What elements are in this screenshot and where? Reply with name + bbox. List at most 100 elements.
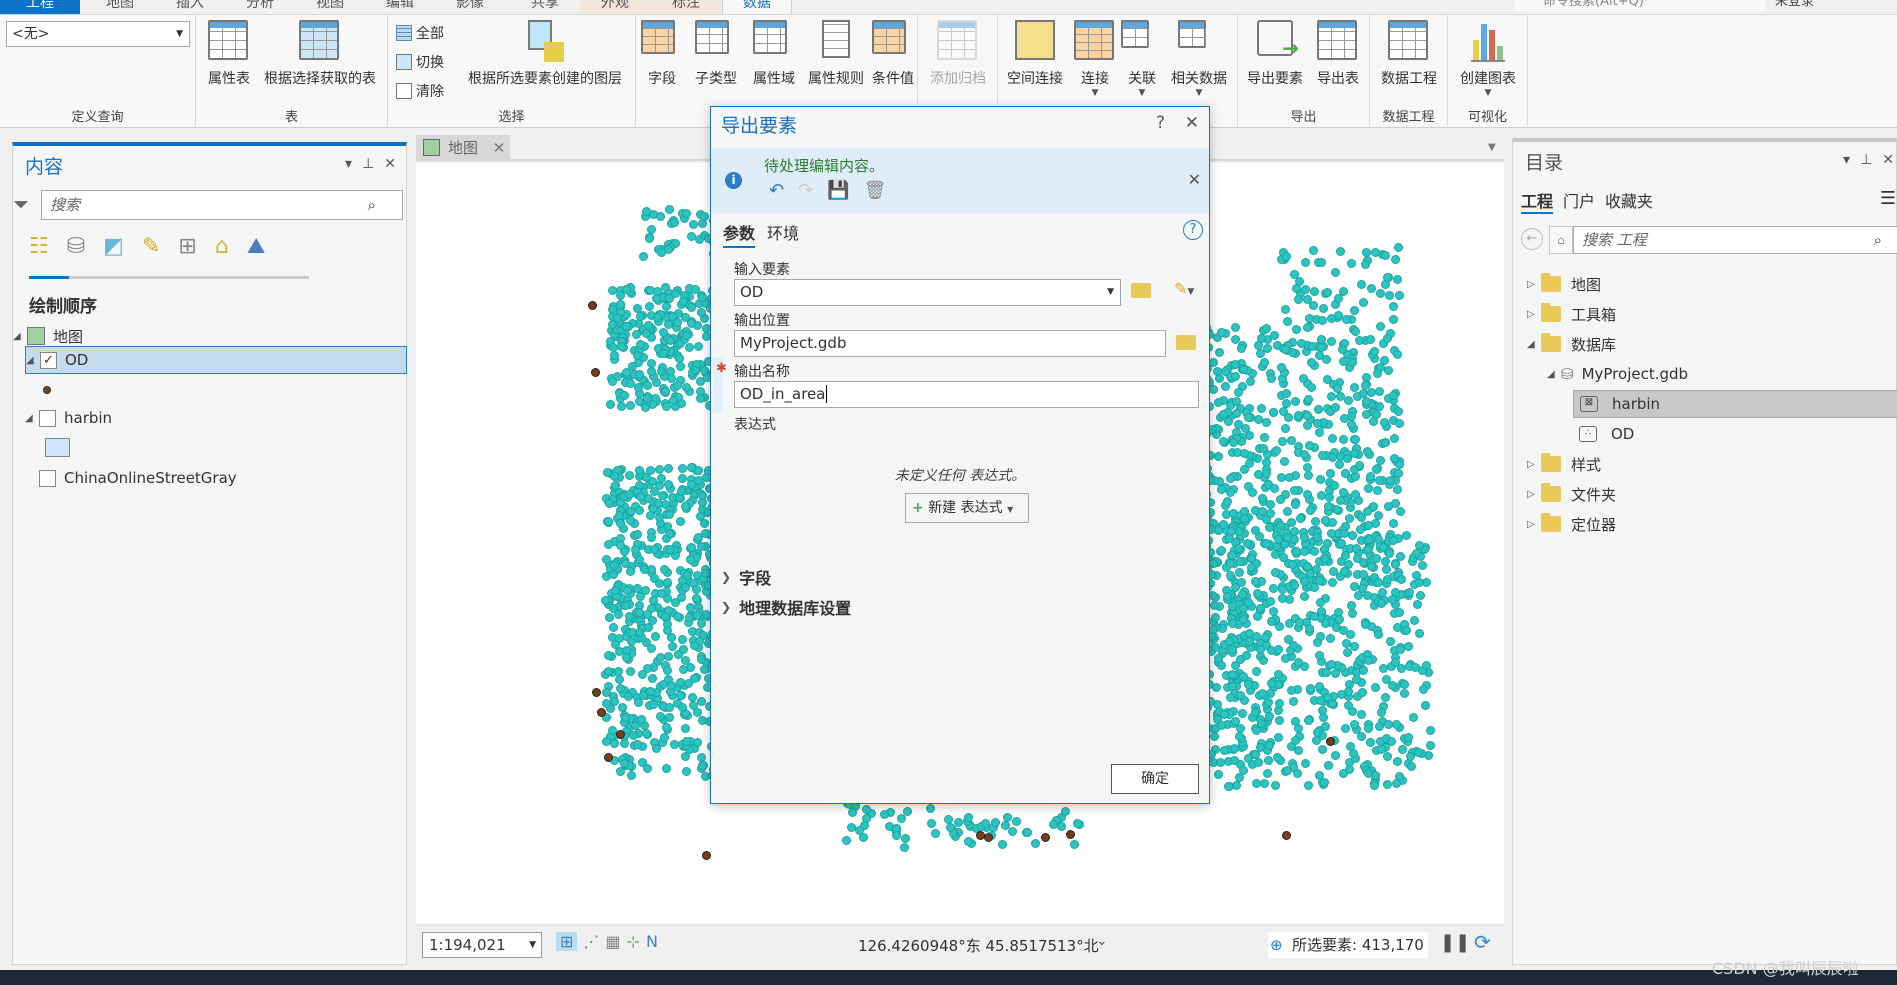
related-data-button[interactable]: 相关数据 ▼ bbox=[1164, 20, 1234, 98]
catalog-item-databases[interactable]: ◢ 数据库 bbox=[1527, 330, 1616, 358]
input-features-dropdown[interactable]: OD ▼ bbox=[734, 279, 1121, 306]
expand-triangle-icon[interactable]: ▷ bbox=[1527, 309, 1541, 320]
coordinate-format-chevron-icon[interactable]: ⌄ bbox=[1096, 933, 1108, 949]
domains-button[interactable]: 属性域 bbox=[746, 20, 802, 88]
home-icon[interactable]: ⌂ bbox=[1549, 226, 1573, 254]
create-chart-button[interactable]: 创建图表 ▼ bbox=[1452, 20, 1524, 98]
expand-triangle-icon[interactable]: ◢ bbox=[13, 331, 27, 342]
output-name-input[interactable]: OD_in_area bbox=[734, 381, 1199, 408]
selection-icon[interactable]: ◩ bbox=[103, 234, 124, 259]
expand-triangle-icon[interactable]: ▷ bbox=[1527, 459, 1541, 470]
tab-view[interactable]: 视图 bbox=[300, 0, 360, 14]
contents-search-input[interactable]: 搜索 ⌕ bbox=[41, 190, 403, 220]
scale-dropdown[interactable]: 1:194,021 ▼ bbox=[422, 932, 542, 958]
close-dialog-icon[interactable]: ✕ bbox=[1185, 113, 1199, 133]
selected-features-count[interactable]: ⊕ 所选要素: 413,170 bbox=[1268, 932, 1428, 958]
catalog-item-styles[interactable]: ▷ 样式 bbox=[1527, 450, 1601, 478]
switch-selection-button[interactable]: 切换 bbox=[396, 52, 444, 72]
grid-icon[interactable]: ▦ bbox=[605, 932, 620, 951]
tab-parameters[interactable]: 参数 bbox=[723, 220, 756, 248]
export-table-button[interactable]: 导出表 bbox=[1310, 20, 1366, 88]
export-features-button[interactable]: → 导出要素 bbox=[1242, 20, 1308, 88]
add-archive-button[interactable]: 添加归档 bbox=[922, 20, 994, 88]
pin-icon[interactable]: ⊥ bbox=[1860, 152, 1872, 168]
fields-section[interactable]: ❯ 字段 bbox=[721, 565, 771, 589]
layer-row-basemap[interactable]: ChinaOnlineStreetGray bbox=[39, 464, 237, 492]
expand-triangle-icon[interactable]: ▷ bbox=[1527, 279, 1541, 290]
grid-reference-icon[interactable]: ⊞ bbox=[556, 932, 578, 951]
close-banner-icon[interactable]: ✕ bbox=[1188, 170, 1201, 189]
tab-portal[interactable]: 门户 bbox=[1563, 188, 1595, 214]
tab-environments[interactable]: 环境 bbox=[767, 220, 799, 244]
tab-share[interactable]: 共享 bbox=[510, 0, 580, 14]
ok-button[interactable]: 确定 bbox=[1111, 764, 1199, 794]
back-icon[interactable]: ← bbox=[1521, 228, 1543, 250]
definition-query-dropdown[interactable]: <无> ▼ bbox=[6, 21, 190, 47]
map-view-tab[interactable]: 地图 ✕ bbox=[416, 135, 510, 161]
tab-analysis[interactable]: 分析 bbox=[230, 0, 290, 14]
new-expression-button[interactable]: + 新建 表达式 ▼ bbox=[905, 493, 1029, 523]
expand-triangle-icon[interactable]: ◢ bbox=[1527, 339, 1541, 350]
tab-dropdown-icon[interactable]: ▼ bbox=[1488, 142, 1496, 153]
drawing-order-icon[interactable]: ☷ bbox=[29, 234, 49, 259]
select-all-button[interactable]: 全部 bbox=[396, 23, 444, 43]
tab-map[interactable]: 地图 bbox=[90, 0, 150, 14]
close-tab-icon[interactable]: ✕ bbox=[493, 139, 506, 157]
geodatabase-settings-section[interactable]: ❯ 地理数据库设置 bbox=[721, 595, 851, 619]
tab-appearance[interactable]: 外观 bbox=[580, 0, 650, 14]
pin-icon[interactable]: ⊥ bbox=[362, 156, 374, 172]
tab-insert[interactable]: 插入 bbox=[160, 0, 220, 14]
fields-button[interactable]: 字段 bbox=[640, 20, 684, 88]
catalog-search-input[interactable]: 搜索 工程 ⌕ bbox=[1573, 226, 1897, 254]
tab-project[interactable]: 工程 bbox=[1521, 188, 1554, 214]
tool-help-icon[interactable]: ? bbox=[1183, 220, 1203, 240]
clear-selection-button[interactable]: 清除 bbox=[396, 81, 444, 101]
catalog-item-gdb[interactable]: ◢ ⛁ MyProject.gdb bbox=[1547, 360, 1688, 388]
tab-edit[interactable]: 编辑 bbox=[370, 0, 430, 14]
attribute-rules-button[interactable]: 属性规则 bbox=[804, 20, 868, 88]
undo-icon[interactable]: ↶ bbox=[769, 180, 784, 201]
tab-imagery[interactable]: 影像 bbox=[440, 0, 500, 14]
browse-folder-icon[interactable] bbox=[1131, 283, 1151, 298]
layer-row-harbin[interactable]: ◢ harbin bbox=[25, 404, 112, 432]
catalog-menu-icon[interactable]: ☰ bbox=[1880, 188, 1896, 209]
expand-triangle-icon[interactable]: ▷ bbox=[1527, 519, 1541, 530]
table-from-selection-button[interactable]: 根据选择获取的表 bbox=[258, 20, 382, 88]
help-button[interactable]: ? bbox=[1156, 113, 1165, 133]
attribute-table-button[interactable]: 属性表 bbox=[204, 20, 254, 88]
subtypes-button[interactable]: 子类型 bbox=[688, 20, 744, 88]
catalog-item-locators[interactable]: ▷ 定位器 bbox=[1527, 510, 1616, 538]
tab-favorites[interactable]: 收藏夹 bbox=[1605, 188, 1653, 214]
pencil-icon[interactable]: ✎▼ bbox=[1174, 279, 1194, 298]
close-icon[interactable]: ✕ bbox=[384, 156, 396, 172]
filter-icon[interactable]: ⏷ bbox=[13, 192, 29, 216]
spatial-join-button[interactable]: 空间连接 bbox=[1002, 20, 1068, 88]
editing-icon[interactable]: ✎ bbox=[142, 234, 160, 259]
layer-row-od[interactable]: ◢ ✓ OD bbox=[25, 346, 407, 374]
constraint-icon[interactable]: ⊹ bbox=[627, 932, 640, 951]
login-status[interactable]: 未登录 bbox=[1775, 0, 1814, 12]
tab-project[interactable]: 工程 bbox=[0, 0, 80, 14]
data-engineering-button[interactable]: 数据工程 bbox=[1374, 20, 1444, 88]
layer-visibility-checkbox[interactable] bbox=[39, 469, 56, 487]
join-button[interactable]: 连接 ▼ bbox=[1070, 20, 1120, 98]
catalog-item-maps[interactable]: ▷ 地图 bbox=[1527, 270, 1601, 298]
catalog-item-toolboxes[interactable]: ▷ 工具箱 bbox=[1527, 300, 1616, 328]
expand-triangle-icon[interactable]: ◢ bbox=[1547, 369, 1561, 380]
catalog-item-harbin[interactable]: ⊠ harbin bbox=[1573, 390, 1897, 418]
data-source-icon[interactable]: ⛁ bbox=[67, 234, 85, 259]
layer-visibility-checkbox[interactable]: ✓ bbox=[40, 351, 57, 369]
close-icon[interactable]: ✕ bbox=[1882, 152, 1894, 168]
tab-labeling[interactable]: 标注 bbox=[650, 0, 722, 14]
north-arrow-icon[interactable]: N bbox=[646, 932, 658, 951]
layer-visibility-checkbox[interactable] bbox=[39, 409, 56, 427]
catalog-item-folders[interactable]: ▷ 文件夹 bbox=[1527, 480, 1616, 508]
browse-folder-icon[interactable] bbox=[1176, 335, 1196, 350]
snapping-icon[interactable]: ⊞ bbox=[178, 234, 196, 259]
discard-edits-icon[interactable]: 🗑 bbox=[864, 180, 887, 201]
redo-icon[interactable]: ↷ bbox=[798, 180, 813, 201]
perspective-icon[interactable]: ⛰ bbox=[247, 234, 265, 259]
expand-triangle-icon[interactable]: ◢ bbox=[26, 355, 40, 366]
relate-button[interactable]: 关联 ▼ bbox=[1120, 20, 1164, 98]
pane-menu-icon[interactable]: ▾ bbox=[345, 156, 352, 172]
